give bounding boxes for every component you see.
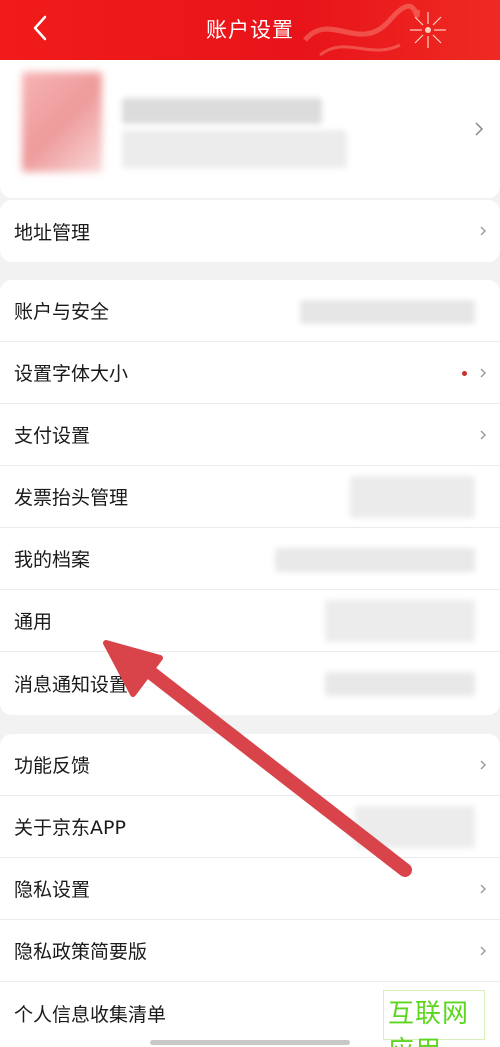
font-size-item[interactable]: 设置字体大小	[0, 342, 500, 404]
userinfo-blur	[122, 130, 347, 168]
chevron-right-icon	[480, 430, 486, 439]
watermark-logo: 互联网应用	[383, 990, 485, 1047]
invoice-title-item[interactable]: 发票抬头管理	[0, 466, 500, 528]
account-info-blur	[300, 300, 475, 324]
payment-settings-item[interactable]: 支付设置	[0, 404, 500, 466]
invoice-title-label: 发票抬头管理	[14, 487, 129, 509]
about-jd-app-label: 关于京东APP	[14, 817, 126, 839]
privacy-settings-label: 隐私设置	[14, 879, 91, 901]
font-size-label: 设置字体大小	[14, 363, 129, 385]
payment-settings-label: 支付设置	[14, 425, 91, 447]
privacy-policy-brief-item[interactable]: 隐私政策简要版	[0, 920, 500, 982]
chevron-right-icon	[480, 946, 486, 955]
username-blur	[122, 98, 322, 124]
account-security-label: 账户与安全	[14, 301, 110, 323]
top-bar: 账户设置	[0, 0, 500, 60]
profile-card[interactable]	[0, 60, 500, 198]
firework-icon	[410, 12, 446, 48]
general-label: 通用	[14, 611, 53, 633]
invoice-info-blur	[350, 476, 475, 518]
chevron-right-icon	[480, 760, 486, 769]
chevron-right-icon	[475, 122, 484, 136]
my-profile-label: 我的档案	[14, 549, 91, 571]
profile-info-blur	[275, 548, 475, 572]
home-indicator[interactable]	[150, 1040, 350, 1045]
privacy-settings-item[interactable]: 隐私设置	[0, 858, 500, 920]
notification-settings-item[interactable]: 消息通知设置	[0, 652, 500, 714]
account-security-item[interactable]: 账户与安全	[0, 280, 500, 342]
settings-group: 账户与安全 设置字体大小 支付设置 发票抬头管理 我的档案 通用 消息通知设置	[0, 280, 500, 715]
notification-settings-label: 消息通知设置	[14, 673, 129, 696]
feedback-label: 功能反馈	[14, 755, 91, 777]
about-jd-app-item[interactable]: 关于京东APP	[0, 796, 500, 858]
red-dot-indicator	[462, 371, 467, 376]
privacy-policy-brief-label: 隐私政策简要版	[14, 941, 148, 963]
feedback-item[interactable]: 功能反馈	[0, 734, 500, 796]
chevron-right-icon	[480, 368, 486, 377]
address-management-item[interactable]: 地址管理	[0, 200, 500, 262]
chevron-right-icon	[480, 226, 486, 236]
general-info-blur	[325, 600, 475, 642]
chevron-right-icon	[480, 884, 486, 893]
general-item[interactable]: 通用	[0, 590, 500, 652]
avatar	[22, 72, 102, 172]
notification-info-blur	[325, 672, 475, 696]
address-management-label: 地址管理	[14, 221, 91, 244]
address-group: 地址管理	[0, 200, 500, 262]
version-blur	[355, 806, 475, 848]
my-profile-item[interactable]: 我的档案	[0, 528, 500, 590]
personal-info-list-label: 个人信息收集清单	[14, 1003, 167, 1026]
watermark-text: 互联网应用	[388, 999, 470, 1047]
